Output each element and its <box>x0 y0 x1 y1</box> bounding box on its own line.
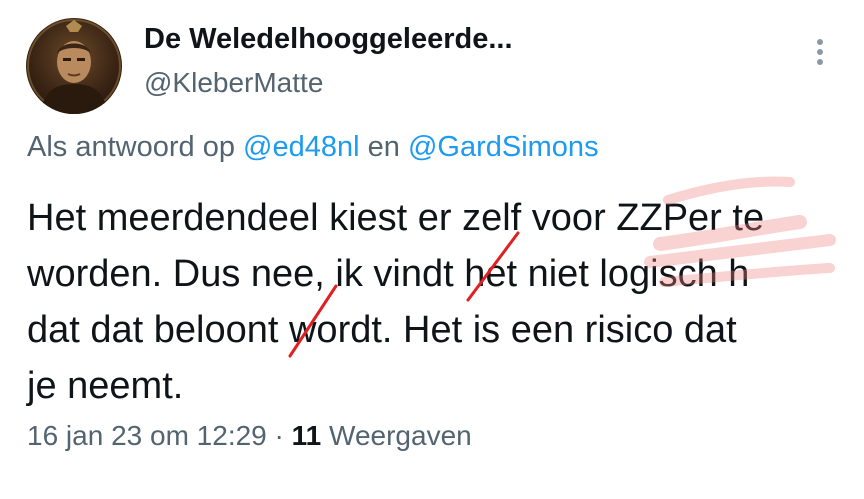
reply-prefix: Als antwoord op <box>27 131 235 163</box>
tweet-line: dat dat beloont wordt. Het is een risico… <box>27 309 737 351</box>
user-handle[interactable]: @KleberMatte <box>144 66 513 100</box>
reply-context: Als antwoord op @ed48nl en @GardSimons <box>27 131 599 164</box>
tweet-meta: 16 jan 23 om 12:29 · 11 Weergaven <box>27 420 472 452</box>
mention-gardsimons[interactable]: @GardSimons <box>408 131 599 163</box>
views-count: 11 <box>291 420 322 451</box>
reply-conjunction: en <box>367 131 400 163</box>
views-label: Weergaven <box>329 420 472 451</box>
more-vertical-icon <box>817 39 823 65</box>
display-name[interactable]: De Weledelhooggeleerde... <box>144 22 513 56</box>
tweet-line: Het meerdendeel kiest er zelf voor ZZPer… <box>27 197 765 239</box>
meta-separator: · <box>274 420 284 451</box>
avatar[interactable] <box>26 18 122 114</box>
tweet-line: je neemt. <box>27 365 184 407</box>
tweet-line: worden. Dus nee, ik vindt het niet logis… <box>27 253 750 295</box>
author-block[interactable]: De Weledelhooggeleerde... @KleberMatte <box>144 22 513 100</box>
timestamp[interactable]: 16 jan 23 om 12:29 <box>27 420 267 451</box>
more-options-button[interactable] <box>808 34 832 70</box>
tweet-text: Het meerdendeel kiest er zelf voor ZZPer… <box>27 190 847 414</box>
mention-ed48nl[interactable]: @ed48nl <box>243 131 360 163</box>
avatar-portrait-image <box>27 19 121 114</box>
